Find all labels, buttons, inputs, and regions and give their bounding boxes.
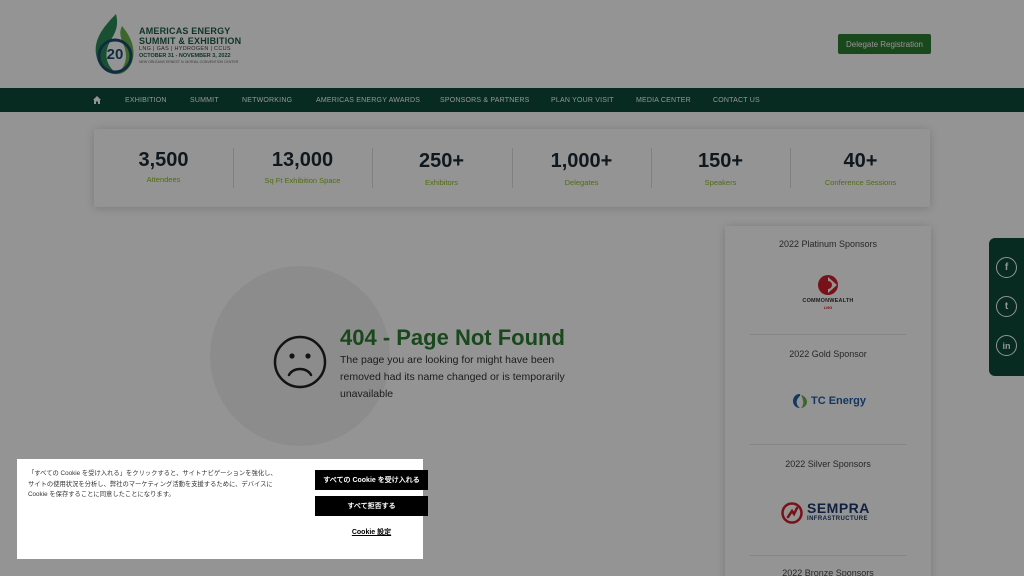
reject-all-cookies-button[interactable]: すべて拒否する [315,496,428,516]
page: 20 AMERICAS ENERGY SUMMIT & EXHIBITION L… [0,0,1024,576]
cookie-consent-banner: 「すべての Cookie を受け入れる」をクリックすると、サイトナビゲーションを… [17,459,428,559]
cookie-settings-link[interactable]: Cookie 設定 [315,527,428,537]
cookie-consent-text: 「すべての Cookie を受け入れる」をクリックすると、サイトナビゲーションを… [28,470,277,498]
accept-all-cookies-button[interactable]: すべての Cookie を受け入れる [315,470,428,490]
